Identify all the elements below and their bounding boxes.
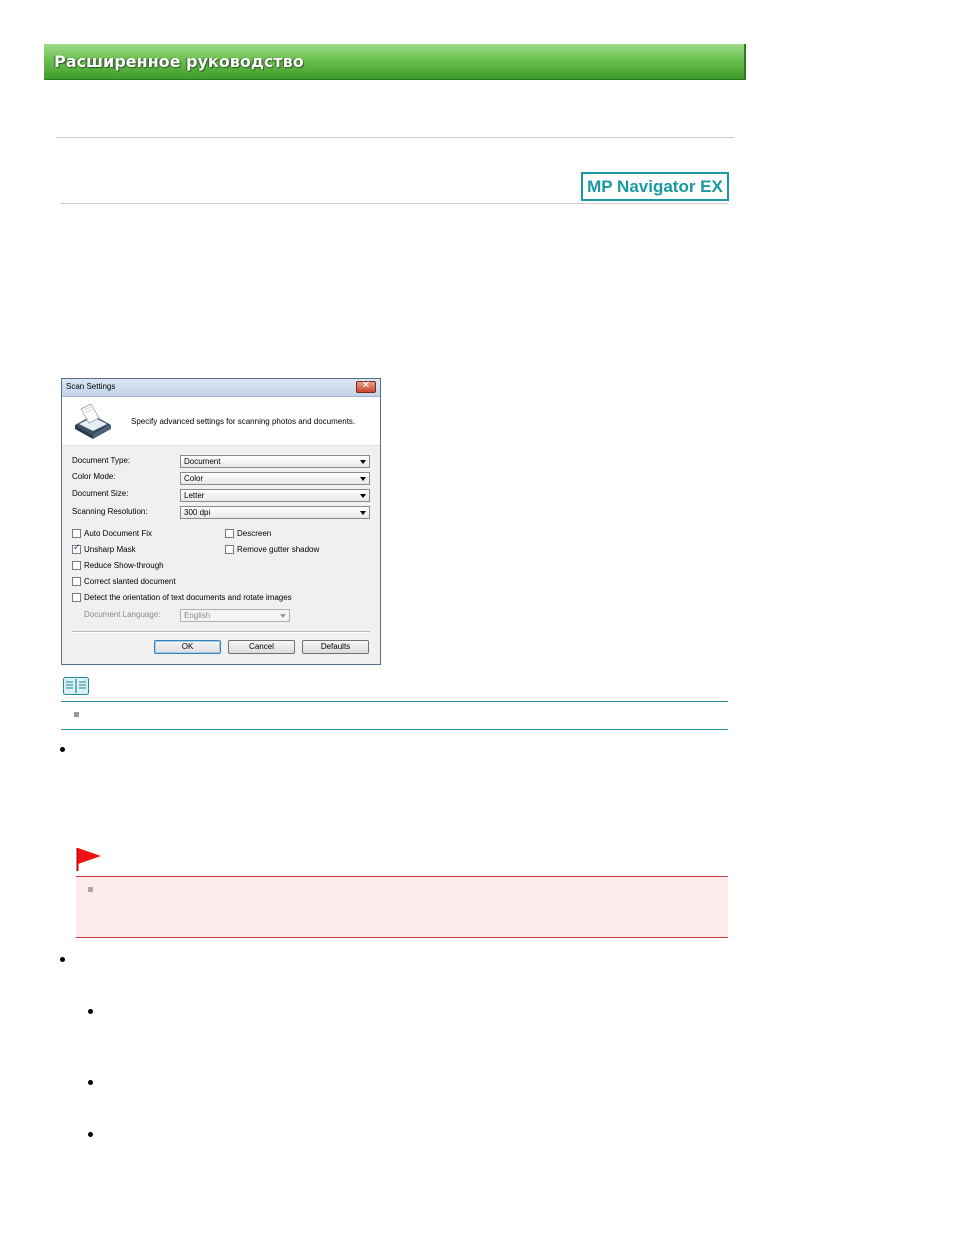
document-language-label: Document Language: [84,610,161,619]
dialog-header: Specify advanced settings for scanning p… [62,397,380,446]
dropdown-arrow-icon [360,477,366,481]
dialog-titlebar[interactable]: Scan Settings ✕ [62,379,380,397]
section-divider [61,203,728,204]
sub-list-bullet [88,1132,93,1137]
header-banner: Расширенное руководство [44,44,746,80]
color-mode-value: Color [184,474,204,483]
defaults-button[interactable]: Defaults [302,640,369,654]
document-type-label: Document Type: [72,456,131,465]
important-bullet [88,887,93,892]
document-type-select[interactable]: Document [180,455,370,468]
dialog-title: Scan Settings [66,382,116,391]
sub-list-bullet [88,1009,93,1014]
important-box [76,876,728,938]
color-mode-label: Color Mode: [72,472,116,481]
checkbox-box[interactable] [225,529,234,538]
detect-orientation-label: Detect the orientation of text documents… [84,593,292,602]
dropdown-arrow-icon [360,460,366,464]
scanning-resolution-value: 300 dpi [184,508,211,517]
close-button[interactable]: ✕ [356,380,376,393]
close-icon: ✕ [361,380,371,391]
dialog-separator [72,631,370,633]
red-flag-icon [76,848,101,871]
ok-button[interactable]: OK [154,640,221,654]
dialog-description: Specify advanced settings for scanning p… [131,417,356,426]
checkbox-box[interactable] [72,593,81,602]
header-title: Расширенное руководство [54,52,304,71]
document-type-value: Document [184,457,221,466]
color-mode-select[interactable]: Color [180,472,370,485]
product-logo: MP Navigator EX [581,172,729,201]
unsharp-mask-label: Unsharp Mask [84,545,136,554]
correct-slanted-label: Correct slanted document [84,577,176,586]
note-book-icon [63,677,89,695]
scan-settings-dialog: Scan Settings ✕ Specify advanced setting… [61,378,381,665]
remove-gutter-shadow-label: Remove gutter shadow [237,545,320,554]
checkbox-box[interactable] [72,577,81,586]
note-bottom-rule [61,729,728,730]
dropdown-arrow-icon [360,494,366,498]
reduce-show-through-label: Reduce Show-through [84,561,164,570]
sub-list-bullet [88,1080,93,1085]
check-icon: ✓ [73,543,81,553]
auto-document-fix-label: Auto Document Fix [84,529,153,538]
checkbox-box[interactable]: ✓ [72,543,81,554]
scanner-icon [75,403,111,439]
document-size-select[interactable]: Letter [180,489,370,502]
product-logo-text: MP Navigator EX [587,177,723,196]
document-language-value: English [184,611,211,620]
list-bullet [60,747,65,752]
descreen-label: Descreen [237,529,272,538]
checkbox-box[interactable] [72,529,81,538]
document-size-value: Letter [184,491,205,500]
document-language-select: English [180,609,290,622]
cancel-button[interactable]: Cancel [228,640,295,654]
checkbox-box[interactable] [225,545,234,554]
top-divider [56,137,734,138]
scanning-resolution-select[interactable]: 300 dpi [180,506,370,519]
note-bullet [74,712,79,717]
document-size-label: Document Size: [72,489,129,498]
dropdown-arrow-icon [360,511,366,515]
scanning-resolution-label: Scanning Resolution: [72,507,148,516]
list-bullet [60,957,65,962]
dropdown-arrow-icon [280,614,286,618]
checkbox-box[interactable] [72,561,81,570]
note-top-rule [61,701,728,702]
